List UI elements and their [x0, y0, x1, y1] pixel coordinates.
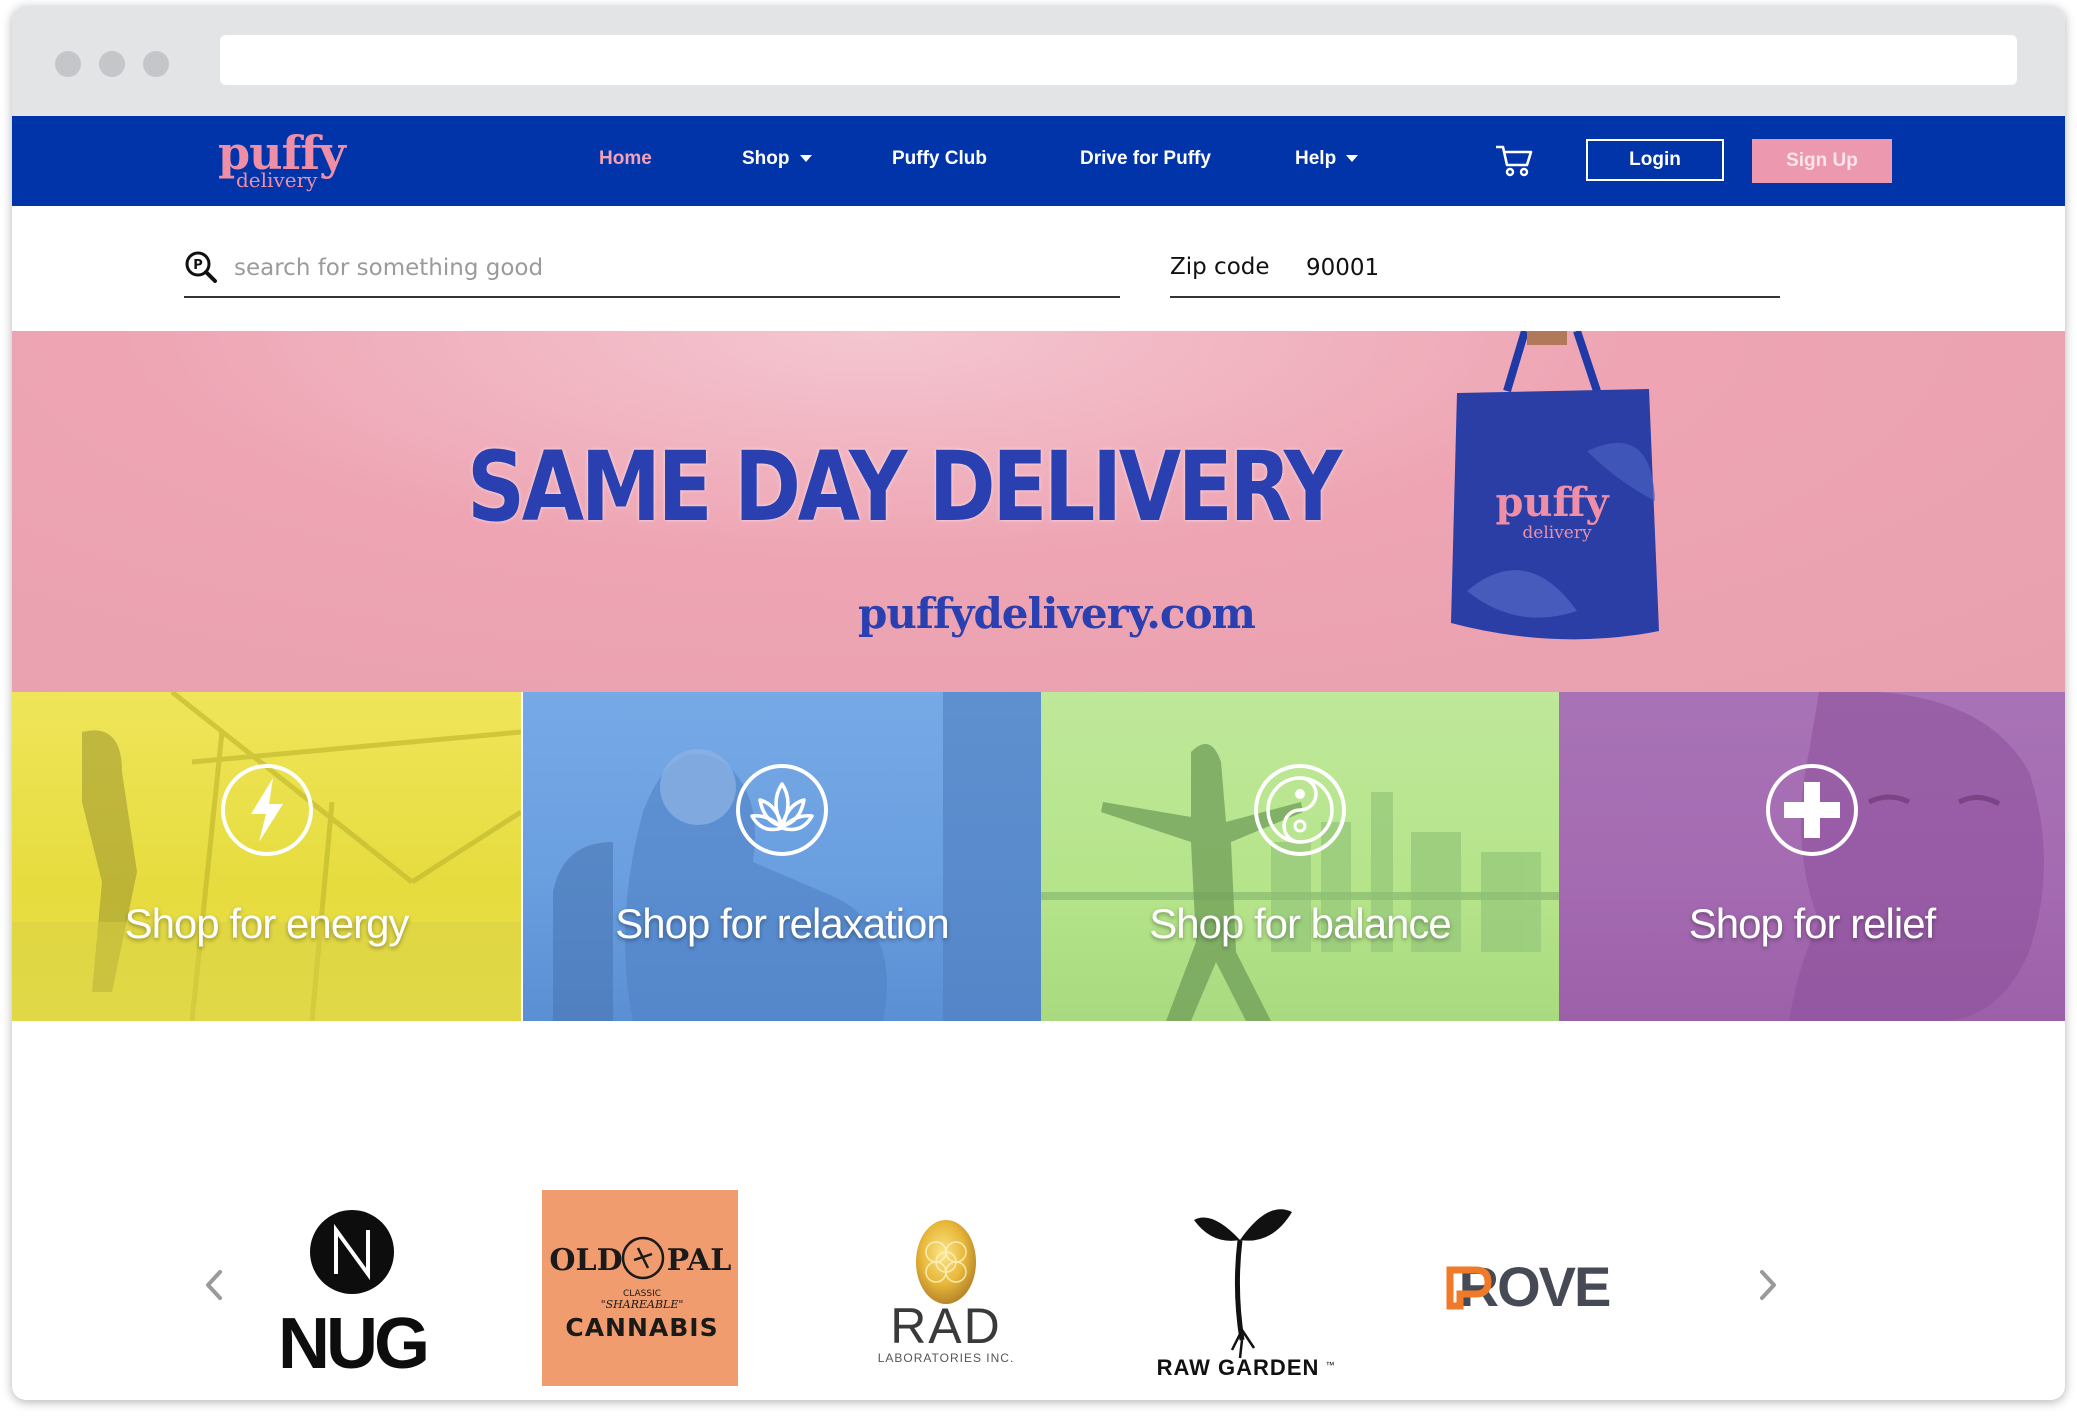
old-pal-logo: OLD PAL CLASSIC "SHAREABLE" CANNABIS	[542, 1190, 738, 1386]
carousel-next-arrow[interactable]	[1750, 1260, 1786, 1310]
brand-sub: LABORATORIES INC.	[878, 1351, 1015, 1365]
browser-window: puffy delivery Home Shop Puffy Club Driv…	[12, 6, 2065, 1400]
category-label: Shop for energy	[124, 900, 410, 947]
browser-chrome	[12, 6, 2065, 116]
rad-logo: RAD LABORATORIES INC.	[878, 1220, 1015, 1365]
brand-raw-garden[interactable]: RAW GARDEN ™	[1142, 1190, 1338, 1386]
cart-icon[interactable]	[1494, 143, 1536, 179]
brand-name: NUG	[278, 1304, 426, 1384]
tote-logo-subtext: delivery	[1522, 523, 1592, 543]
search-bar: P	[184, 242, 1120, 298]
category-tile-energy[interactable]: Shop for energy	[12, 692, 521, 1021]
svg-text:P: P	[193, 258, 203, 273]
nav-home[interactable]: Home	[599, 148, 652, 170]
nav-shop[interactable]: Shop	[742, 148, 812, 170]
hero-title: SAME DAY DELIVERY	[467, 431, 1342, 543]
carousel-prev-arrow[interactable]	[196, 1260, 232, 1310]
brand-sub2: "SHAREABLE"	[601, 1298, 684, 1311]
nav-help-label: Help	[1295, 148, 1337, 169]
hero-banner[interactable]: SAME DAY DELIVERY puffydelivery.com puff…	[12, 331, 2065, 692]
rove-logo: ROVE	[1446, 1255, 1612, 1318]
brand-nug[interactable]: NUG	[254, 1190, 450, 1386]
category-label: Shop for relief	[1688, 900, 1936, 947]
nav-drive-for-puffy[interactable]: Drive for Puffy	[1080, 148, 1211, 170]
category-tile-balance[interactable]: Shop for balance	[1041, 692, 1559, 1021]
search-icon: P	[185, 251, 217, 283]
window-maximize-dot[interactable]	[143, 51, 169, 77]
nav-puffy-club[interactable]: Puffy Club	[892, 148, 987, 170]
category-tile-relief[interactable]: Shop for relief	[1559, 692, 2065, 1021]
brand-old-pal[interactable]: OLD PAL CLASSIC "SHAREABLE" CANNABIS	[542, 1190, 738, 1386]
tote-logo-text: puffy	[1495, 479, 1610, 526]
brand-name-line1: OLD	[549, 1243, 622, 1278]
login-button[interactable]: Login	[1586, 139, 1724, 181]
brand-name: RAW GARDEN	[1157, 1355, 1320, 1380]
nug-logo: NUG	[278, 1210, 430, 1384]
lotus-icon	[736, 764, 828, 856]
tote-bag-image: puffy delivery	[1451, 331, 1659, 640]
brand-name: RAD	[890, 1298, 1002, 1354]
puffy-logo[interactable]: puffy delivery	[218, 126, 348, 196]
logo-subtext: delivery	[236, 168, 318, 192]
brand-rad[interactable]: RAD LABORATORIES INC.	[848, 1190, 1044, 1386]
search-input[interactable]	[232, 250, 1116, 286]
chevron-down-icon	[799, 155, 812, 163]
zip-code-input[interactable]	[1304, 250, 1708, 286]
brand-rove[interactable]: ROVE	[1436, 1190, 1632, 1386]
sign-up-button[interactable]: Sign Up	[1752, 139, 1892, 183]
hero-url: puffydelivery.com	[858, 589, 1256, 638]
window-minimize-dot[interactable]	[99, 51, 125, 77]
zip-code-label: Zip code	[1170, 254, 1270, 280]
chevron-down-icon	[1346, 155, 1359, 163]
trademark-symbol: ™	[1326, 1360, 1335, 1370]
brand-name-line3: CANNABIS	[565, 1313, 718, 1342]
category-label: Shop for relaxation	[615, 900, 950, 947]
category-tile-relaxation[interactable]: Shop for relaxation	[523, 692, 1041, 1021]
yin-yang-icon	[1254, 764, 1346, 856]
window-close-dot[interactable]	[55, 51, 81, 77]
nav-shop-label: Shop	[742, 148, 790, 169]
zip-code-field: Zip code	[1170, 242, 1780, 298]
nav-help[interactable]: Help	[1295, 148, 1359, 170]
address-bar[interactable]	[220, 35, 2017, 85]
raw-garden-logo: RAW GARDEN ™	[1157, 1209, 1335, 1380]
brand-name-line2: PAL	[667, 1243, 732, 1278]
category-label: Shop for balance	[1149, 900, 1452, 947]
plus-icon	[1766, 764, 1858, 856]
lightning-icon	[220, 764, 313, 856]
top-nav: puffy delivery Home Shop Puffy Club Driv…	[12, 116, 2065, 206]
